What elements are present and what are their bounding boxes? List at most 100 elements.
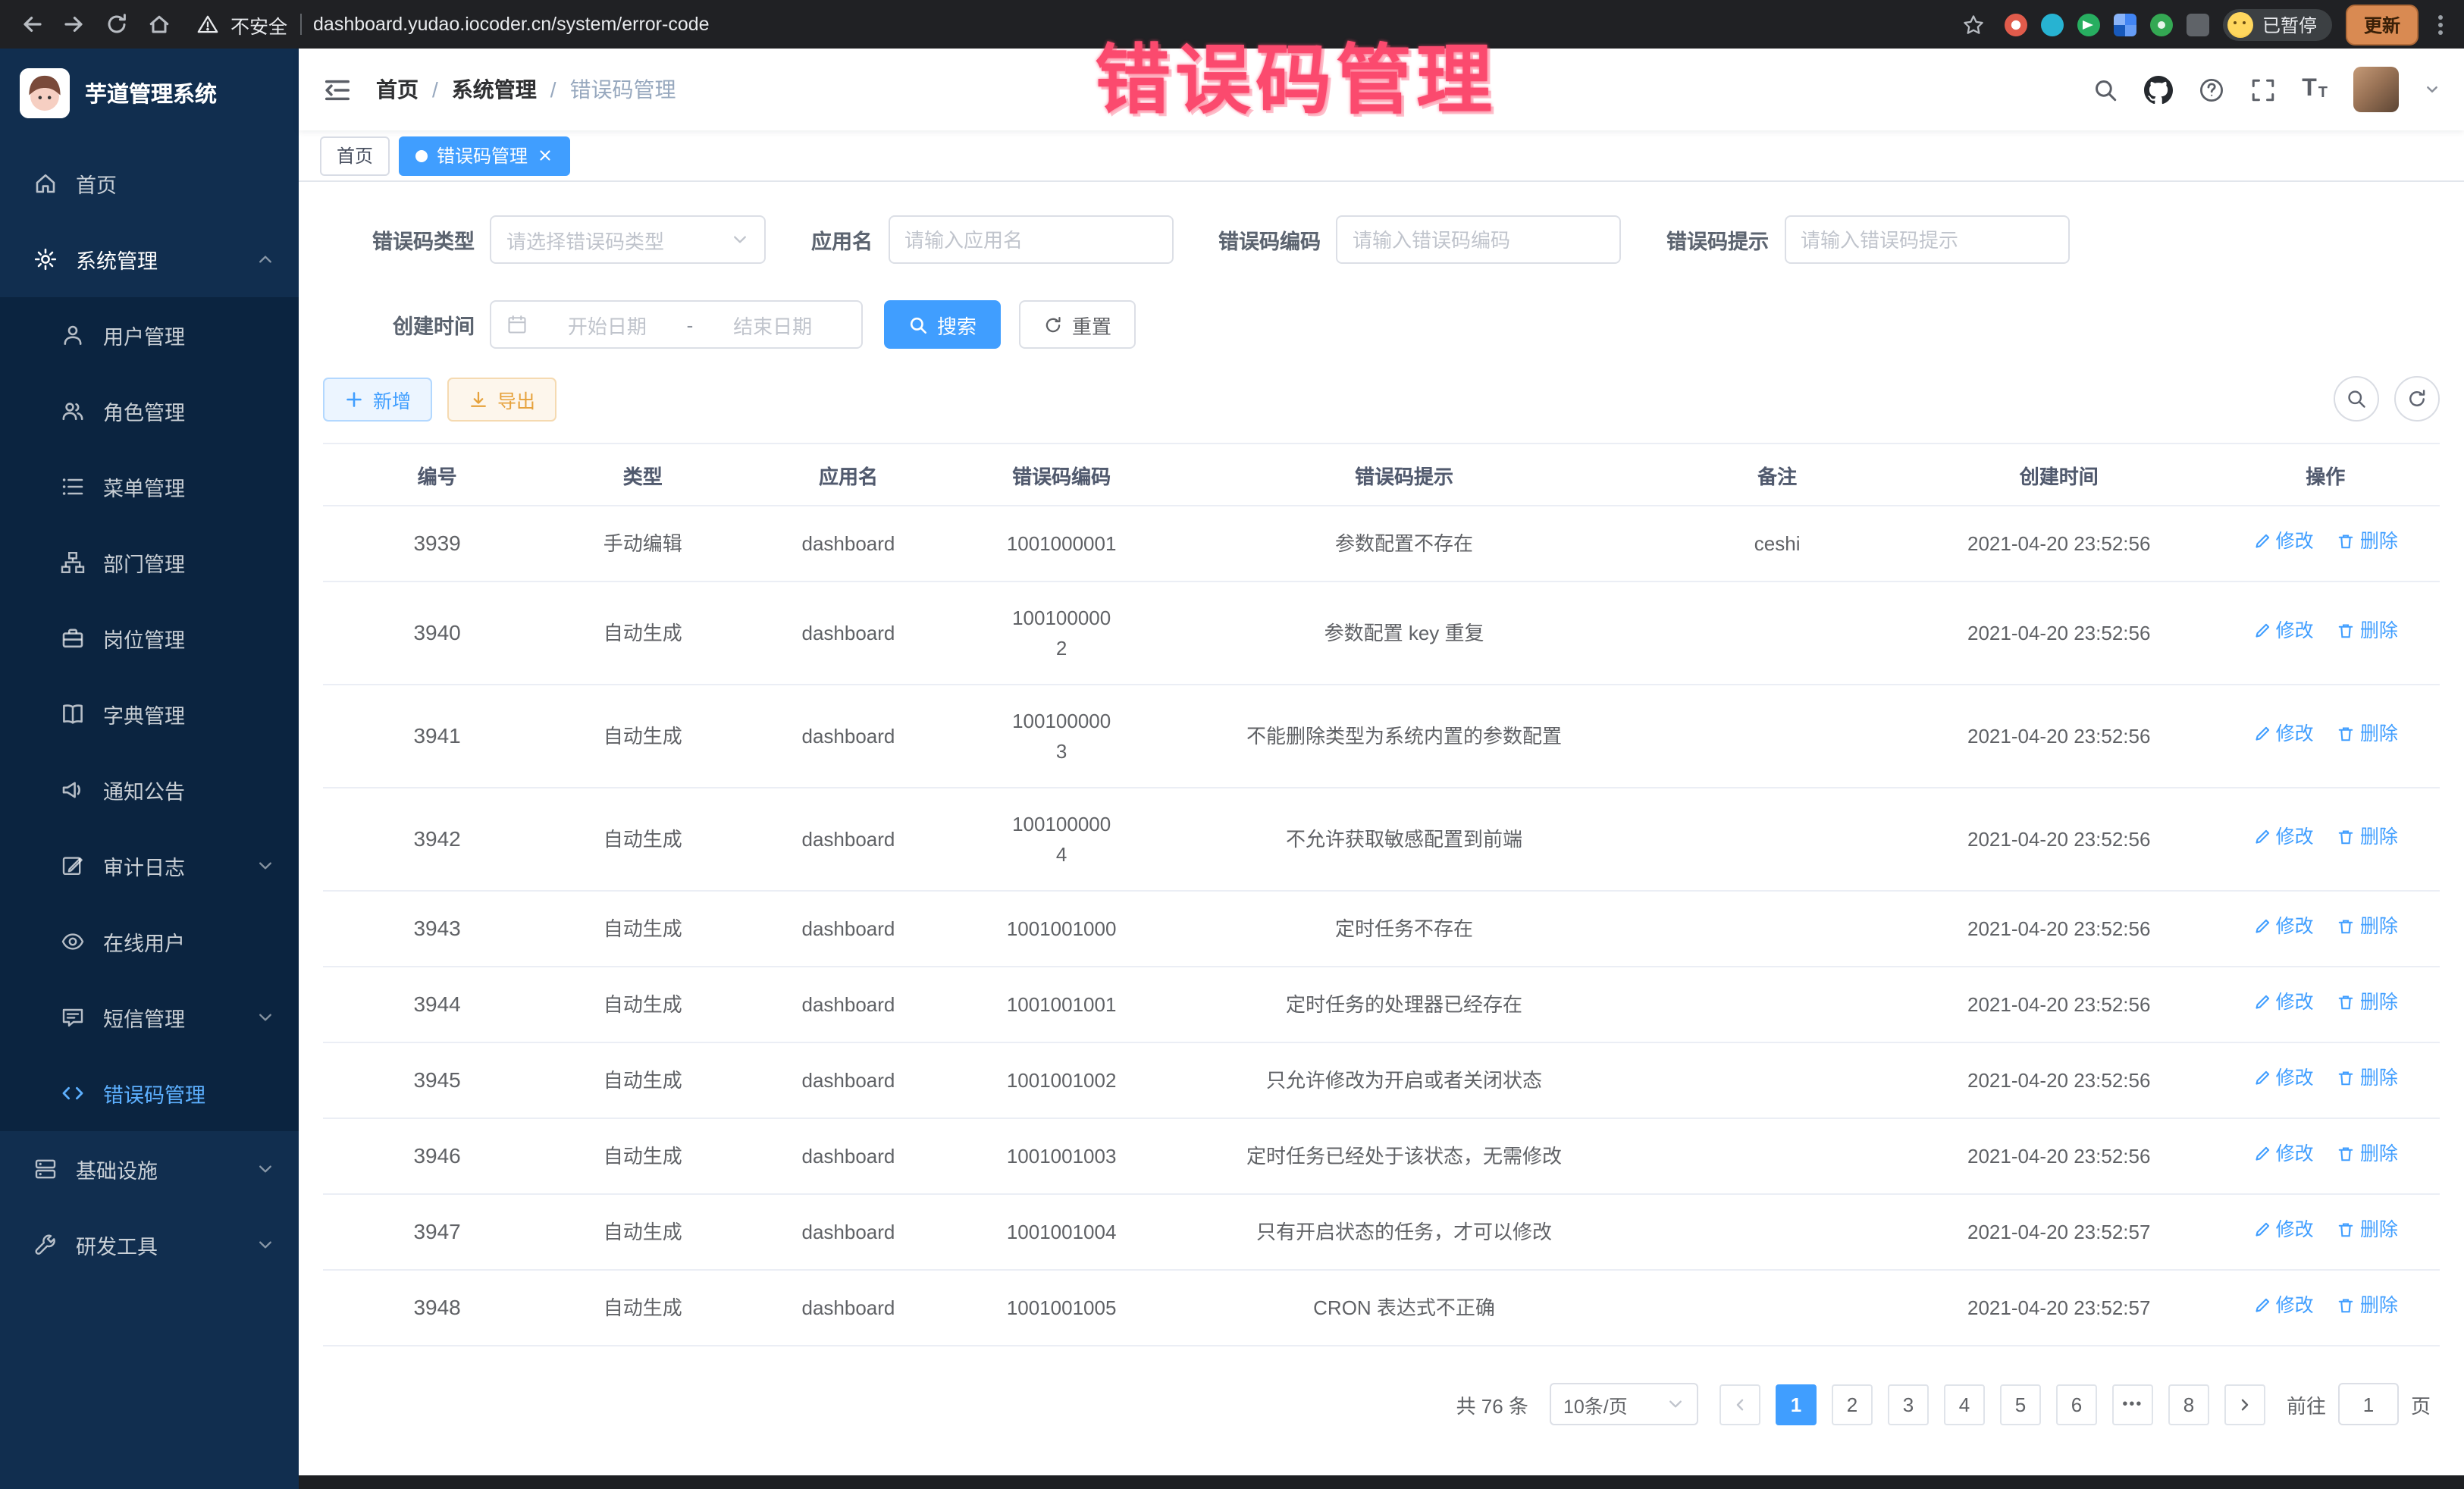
sidebar-item-error-code[interactable]: 错误码管理 xyxy=(0,1055,299,1131)
more-pages-button[interactable]: ••• xyxy=(2112,1384,2153,1425)
toggle-search-button[interactable] xyxy=(2334,376,2379,422)
sidebar-item-audit-log[interactable]: 审计日志 xyxy=(0,828,299,904)
extension-icon-1[interactable] xyxy=(2005,13,2027,36)
column-header[interactable]: 错误码提示 xyxy=(1161,444,1648,506)
browser-home-button[interactable] xyxy=(143,8,176,41)
extension-icon-5[interactable] xyxy=(2150,13,2173,36)
search-icon[interactable] xyxy=(2093,77,2118,102)
sidebar-item-home[interactable]: 首页 xyxy=(0,146,299,221)
sidebar-item-dev-tools[interactable]: 研发工具 xyxy=(0,1207,299,1283)
page-size-select[interactable]: 10条/页 xyxy=(1550,1383,1698,1425)
error-type-select[interactable]: 请选择错误码类型 xyxy=(490,215,766,264)
edit-link[interactable]: 修改 xyxy=(2253,528,2314,556)
edit-link[interactable]: 修改 xyxy=(2253,1216,2314,1245)
error-code-input[interactable] xyxy=(1336,215,1621,264)
extension-icon-2[interactable] xyxy=(2041,13,2064,36)
date-range-picker[interactable]: 开始日期 - 结束日期 xyxy=(490,300,863,349)
column-header[interactable]: 备注 xyxy=(1647,444,1906,506)
address-bar[interactable]: 不安全 dashboard.yudao.iocoder.cn/system/er… xyxy=(197,10,1945,39)
app-logo[interactable]: 芋道管理系统 xyxy=(0,49,299,136)
edit-link[interactable]: 修改 xyxy=(2253,1292,2314,1321)
sidebar-item-dictionary[interactable]: 字典管理 xyxy=(0,676,299,752)
column-header[interactable]: 操作 xyxy=(2212,444,2440,506)
font-size-icon[interactable]: TT xyxy=(2302,77,2328,102)
github-icon[interactable] xyxy=(2144,75,2173,104)
forward-button[interactable] xyxy=(58,8,91,41)
extension-icon-3[interactable] xyxy=(2077,13,2100,36)
delete-link[interactable]: 删除 xyxy=(2337,989,2398,1017)
delete-link[interactable]: 删除 xyxy=(2337,913,2398,942)
page-button[interactable]: 3 xyxy=(1888,1384,1929,1425)
close-icon[interactable] xyxy=(537,147,553,164)
reload-button[interactable] xyxy=(100,8,133,41)
goto-page-input[interactable] xyxy=(2338,1383,2399,1425)
page-button[interactable]: 4 xyxy=(1944,1384,1985,1425)
error-msg-input[interactable] xyxy=(1784,215,2069,264)
sidebar-item-departments[interactable]: 部门管理 xyxy=(0,525,299,600)
export-button[interactable]: 导出 xyxy=(447,377,556,421)
page-button[interactable]: 1 xyxy=(1776,1384,1817,1425)
paused-badge[interactable]: 已暂停 xyxy=(2223,8,2332,40)
chevron-down-icon xyxy=(256,857,274,875)
breadcrumb-item[interactable]: 系统管理 xyxy=(452,74,537,105)
column-header[interactable]: 创建时间 xyxy=(1907,444,2212,506)
collapse-menu-icon[interactable] xyxy=(323,75,352,104)
column-header[interactable]: 编号 xyxy=(323,444,551,506)
app-name-input[interactable] xyxy=(888,215,1173,264)
delete-link[interactable]: 删除 xyxy=(2337,1140,2398,1169)
sidebar-item-sms[interactable]: 短信管理 xyxy=(0,980,299,1055)
delete-link[interactable]: 删除 xyxy=(2337,1216,2398,1245)
next-page-button[interactable] xyxy=(2224,1384,2265,1425)
fullscreen-icon[interactable] xyxy=(2250,77,2276,102)
edit-link[interactable]: 修改 xyxy=(2253,617,2314,646)
refresh-table-button[interactable] xyxy=(2394,376,2440,422)
edit-link[interactable]: 修改 xyxy=(2253,1140,2314,1169)
delete-link[interactable]: 删除 xyxy=(2337,528,2398,556)
sidebar-item-posts[interactable]: 岗位管理 xyxy=(0,600,299,676)
delete-link[interactable]: 删除 xyxy=(2337,720,2398,749)
cell-actions: 修改 删除 xyxy=(2212,788,2440,891)
update-button[interactable]: 更新 xyxy=(2346,4,2419,45)
tab-error-code[interactable]: 错误码管理 xyxy=(399,136,570,175)
add-button[interactable]: 新增 xyxy=(323,377,432,421)
tab-home[interactable]: 首页 xyxy=(320,136,390,175)
breadcrumb-item[interactable]: 首页 xyxy=(376,74,419,105)
bookmark-star-button[interactable] xyxy=(1958,8,1991,41)
extension-icon-4[interactable] xyxy=(2114,13,2136,36)
sidebar-item-roles[interactable]: 角色管理 xyxy=(0,373,299,449)
sidebar-item-menus[interactable]: 菜单管理 xyxy=(0,449,299,525)
page-button[interactable]: 5 xyxy=(2000,1384,2041,1425)
user-avatar[interactable] xyxy=(2353,67,2399,112)
sidebar-item-infrastructure[interactable]: 基础设施 xyxy=(0,1131,299,1207)
extension-icon-6[interactable] xyxy=(2187,13,2209,36)
help-icon[interactable] xyxy=(2199,77,2224,102)
back-button[interactable] xyxy=(15,8,49,41)
prev-page-button[interactable] xyxy=(1719,1384,1760,1425)
page-button[interactable]: 2 xyxy=(1832,1384,1873,1425)
search-button[interactable]: 搜索 xyxy=(884,300,1001,349)
browser-menu-icon[interactable] xyxy=(2438,22,2443,27)
page-button[interactable]: 6 xyxy=(2056,1384,2097,1425)
delete-link[interactable]: 删除 xyxy=(2337,823,2398,852)
cell-type: 自动生成 xyxy=(551,1042,734,1118)
column-header[interactable]: 类型 xyxy=(551,444,734,506)
sidebar-item-notices[interactable]: 通知公告 xyxy=(0,752,299,828)
edit-link[interactable]: 修改 xyxy=(2253,989,2314,1017)
page-button[interactable]: 8 xyxy=(2168,1384,2209,1425)
sidebar-item-system[interactable]: 系统管理 xyxy=(0,221,299,297)
sidebar-item-users[interactable]: 用户管理 xyxy=(0,297,299,373)
chevron-down-icon[interactable] xyxy=(2425,82,2440,97)
column-header[interactable]: 应用名 xyxy=(734,444,962,506)
reset-button[interactable]: 重置 xyxy=(1019,300,1136,349)
edit-link[interactable]: 修改 xyxy=(2253,720,2314,749)
delete-link[interactable]: 删除 xyxy=(2337,617,2398,646)
book-icon xyxy=(61,702,85,726)
delete-link[interactable]: 删除 xyxy=(2337,1292,2398,1321)
edit-link[interactable]: 修改 xyxy=(2253,1064,2314,1093)
filter-type: 错误码类型 请选择错误码类型 xyxy=(323,215,766,264)
edit-link[interactable]: 修改 xyxy=(2253,913,2314,942)
sidebar-item-online-users[interactable]: 在线用户 xyxy=(0,904,299,980)
delete-link[interactable]: 删除 xyxy=(2337,1064,2398,1093)
column-header[interactable]: 错误码编码 xyxy=(963,444,1161,506)
edit-link[interactable]: 修改 xyxy=(2253,823,2314,852)
